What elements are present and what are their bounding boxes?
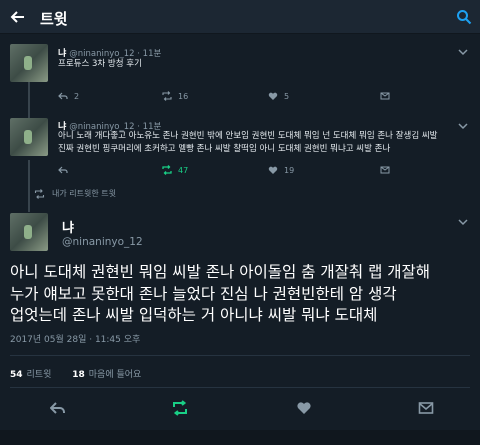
retweet-note: 내가 리트윗한 트윗 (34, 188, 116, 199)
like-stat-label: 마음에 들어요 (88, 370, 142, 380)
like-button[interactable]: 19 (268, 164, 294, 176)
like-button[interactable]: 5 (268, 90, 289, 102)
mail-icon (380, 166, 390, 174)
reply-icon[interactable] (50, 400, 66, 416)
retweet-stat[interactable]: 54 리트윗 (10, 370, 51, 380)
back-arrow-icon[interactable] (10, 9, 26, 25)
retweet-stat-count: 54 (10, 370, 23, 380)
retweet-icon (162, 165, 172, 175)
tweet-item[interactable]: 냐 @ninaninyo_12 · 11분 프로듀스 3차 방청 후기 2 16 … (0, 38, 480, 108)
like-count: 19 (284, 165, 295, 175)
tweet-item[interactable]: 냐 @ninaninyo_12 · 11분 아니 노래 개다좋고 아노유노 존나 … (0, 112, 480, 182)
tweet-text: 아니 노래 개다좋고 아노유노 존나 권현빈 밖에 안보임 권현빈 도대체 뭐임… (58, 130, 438, 156)
reply-count: 2 (74, 91, 80, 101)
retweet-count: 47 (178, 165, 189, 175)
retweet-count: 16 (178, 91, 189, 101)
retweet-icon (34, 188, 45, 199)
reply-button[interactable] (58, 164, 74, 176)
like-stat[interactable]: 18 마음에 들어요 (72, 370, 141, 380)
mail-icon[interactable] (418, 400, 434, 416)
tweet-actions: 47 19 (58, 164, 438, 176)
message-button[interactable] (380, 164, 390, 176)
retweet-icon[interactable] (172, 400, 188, 416)
main-author-name: 냐 (62, 221, 74, 236)
reply-icon (58, 166, 68, 174)
heart-icon (268, 166, 278, 174)
reply-icon (58, 92, 68, 100)
tweet-date: 2017년 05월 28일 · 11:45 오후 (10, 335, 141, 345)
tweet-stats: 54 리트윗 18 마음에 들어요 (10, 367, 141, 380)
heart-icon[interactable] (296, 400, 312, 416)
main-tweet-line: 업엇는데 존나 씨발 입덕하는 거 아니냐 씨발 뭐냐 도대체 (10, 306, 378, 324)
message-button[interactable] (380, 90, 390, 102)
tweet-line: 아니 노래 개다좋고 아노유노 존나 권현빈 밖에 안보임 권현빈 도대체 뭐임… (58, 131, 438, 141)
main-tweet-line: 아니 도대체 권현빈 뭐임 씨발 존나 아이돌임 춤 개잘춰 랩 개잘해 (10, 263, 431, 281)
chevron-down-icon[interactable] (458, 218, 468, 226)
retweet-note-text: 내가 리트윗한 트윗 (52, 189, 116, 198)
chevron-down-icon[interactable] (458, 48, 468, 56)
chevron-down-icon[interactable] (458, 122, 468, 130)
avatar[interactable] (10, 118, 48, 156)
heart-icon (268, 92, 278, 100)
main-tweet-text: 아니 도대체 권현빈 뭐임 씨발 존나 아이돌임 춤 개잘춰 랩 개잘해 누가 … (10, 262, 475, 327)
like-count: 5 (284, 91, 290, 101)
retweet-button[interactable]: 16 (162, 90, 188, 102)
divider (10, 355, 470, 356)
tweet-actions: 2 16 5 (58, 90, 438, 102)
search-icon[interactable] (456, 9, 472, 25)
main-tweet-line: 누가 얘보고 못한대 존나 늘었다 진심 나 권현빈한테 암 생각 (10, 284, 397, 303)
tweet-time: 11분 (142, 49, 162, 59)
tweet-line: 프로듀스 3차 방청 후기 (58, 59, 142, 69)
page-title: 트윗 (40, 10, 68, 28)
main-tweet-actions (0, 393, 480, 423)
top-bar: 트윗 (0, 0, 480, 34)
tweet-text: 프로듀스 3차 방청 후기 (58, 58, 142, 71)
like-stat-count: 18 (72, 370, 85, 380)
divider (10, 387, 470, 388)
retweet-button[interactable]: 47 (162, 164, 188, 176)
avatar[interactable] (10, 213, 48, 251)
main-author-handle: @ninaninyo_12 (62, 236, 143, 248)
tweet-line: 진짜 권현빈 핑쿠머리에 초커하고 멜빵 존나 씨발 찰떡임 아니 도대체 권현… (58, 144, 391, 154)
bottom-bar (0, 430, 480, 445)
reply-button[interactable]: 2 (58, 90, 79, 102)
retweet-icon (162, 91, 172, 101)
avatar[interactable] (10, 44, 48, 82)
retweet-stat-label: 리트윗 (26, 370, 52, 380)
mail-icon (380, 92, 390, 100)
